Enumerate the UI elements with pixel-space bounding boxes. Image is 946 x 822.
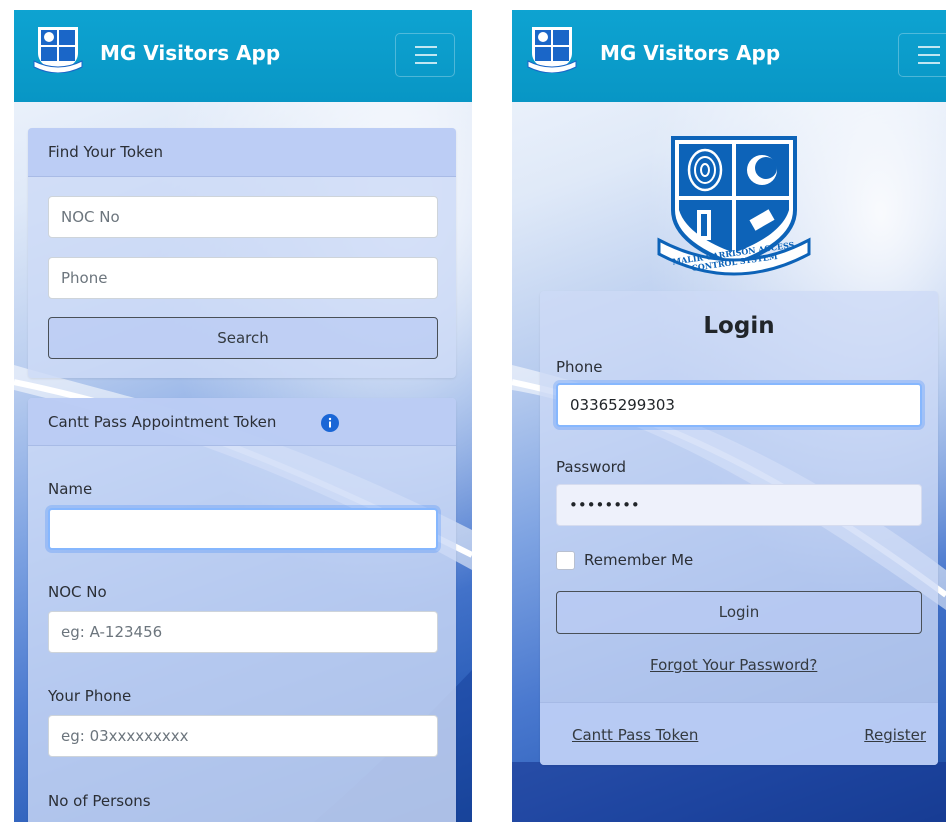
hamburger-icon-line [918,54,940,56]
phone-input[interactable] [556,383,922,427]
navbar: MG Visitors App [512,10,946,102]
appointment-header: Cantt Pass Appointment Token [28,398,456,446]
noc-search-input[interactable] [48,196,438,238]
appointment-title: Cantt Pass Appointment Token [48,413,277,431]
info-circle-icon[interactable] [321,414,339,432]
persons-label: No of Persons [48,792,151,810]
login-card-footer: Cantt Pass Token Register [540,702,938,765]
search-button-label: Search [217,329,269,347]
forgot-password-link[interactable]: Forgot Your Password? [650,656,817,674]
phone-label: Phone [556,358,603,376]
phone-input[interactable] [48,715,438,757]
garrison-logo-icon[interactable] [32,23,84,73]
hamburger-icon-line [415,62,437,64]
app-title[interactable]: MG Visitors App [100,41,280,65]
menu-toggle-button[interactable] [898,33,946,77]
login-screen: MG Visitors App MALIR GARRISON ACCESS CO… [512,10,946,822]
garrison-logo-icon[interactable] [526,23,578,73]
find-token-title: Find Your Token [48,143,163,161]
noc-label: NOC No [48,583,107,601]
hamburger-icon-line [918,46,940,48]
appointment-card: Cantt Pass Appointment Token Name NOC No… [28,398,456,822]
menu-toggle-button[interactable] [395,33,455,77]
name-label: Name [48,480,93,498]
phone-label: Your Phone [48,687,132,705]
search-button[interactable]: Search [48,317,438,359]
find-token-card: Find Your Token Search [28,128,456,378]
hamburger-icon-line [415,46,437,48]
phone-search-input[interactable] [48,257,438,299]
app-title[interactable]: MG Visitors App [600,41,780,65]
remember-checkbox[interactable] [556,551,575,570]
hamburger-icon-line [415,54,437,56]
find-token-screen: MG Visitors App Find Your Token Search C… [14,10,472,822]
name-input[interactable] [48,508,438,550]
login-button[interactable]: Login [556,591,922,634]
password-label: Password [556,458,627,476]
remember-label[interactable]: Remember Me [584,551,693,569]
password-input[interactable] [556,484,922,526]
find-token-header: Find Your Token [28,128,456,177]
login-card: Login Phone Password Remember Me Login F… [540,291,938,765]
noc-input[interactable] [48,611,438,653]
navbar: MG Visitors App [14,10,472,102]
cantt-pass-token-link[interactable]: Cantt Pass Token [572,726,698,744]
hamburger-icon-line [918,62,940,64]
login-title: Login [703,313,775,339]
login-button-label: Login [718,603,760,621]
register-link[interactable]: Register [864,726,926,744]
